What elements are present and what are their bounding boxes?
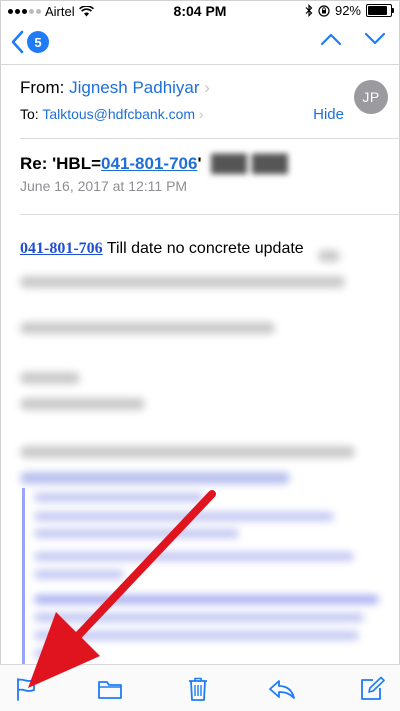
blurred-quote-line — [34, 631, 359, 640]
status-bar: Airtel 8:04 PM 92% — [0, 0, 400, 22]
reply-arrow-icon — [269, 680, 295, 699]
message-date: June 16, 2017 at 12:11 PM — [20, 178, 188, 194]
chevron-right-icon: › — [204, 78, 210, 97]
to-label: To: — [20, 106, 39, 122]
compose-button[interactable] — [358, 675, 386, 703]
body-text: Till date no concrete update — [102, 240, 304, 257]
blurred-quote-line — [34, 529, 239, 538]
blurred-quote-line — [34, 552, 354, 561]
blurred-text-line — [20, 398, 145, 410]
blurred-text-line — [20, 472, 290, 484]
subject-blurred-text: ███ ███ — [206, 154, 288, 173]
move-to-folder-button[interactable] — [96, 675, 124, 703]
blurred-quote-line — [34, 649, 74, 658]
subject-number-link[interactable]: 041-801-706 — [101, 154, 197, 173]
back-button[interactable]: 5 — [10, 30, 49, 54]
folder-icon — [98, 681, 122, 699]
next-message-button[interactable] — [364, 32, 386, 46]
trash-icon — [189, 677, 207, 701]
blurred-quote-line — [34, 512, 334, 521]
unread-count-badge: 5 — [27, 31, 49, 53]
subject-prefix: Re: 'HBL= — [20, 154, 102, 173]
bottom-toolbar — [0, 664, 400, 711]
trash-button[interactable] — [184, 675, 212, 703]
blurred-quote-line — [34, 595, 379, 604]
battery-icon — [366, 4, 394, 17]
nav-bar: 5 — [0, 22, 400, 65]
subject-divider — [20, 214, 400, 215]
from-label: From: — [20, 78, 65, 97]
avatar[interactable]: JP — [354, 80, 388, 114]
blurred-quote-line — [34, 570, 124, 579]
bluetooth-icon — [305, 4, 313, 17]
blurred-quote-line — [34, 613, 364, 622]
rotation-lock-icon — [318, 4, 330, 17]
subject-suffix: ' — [197, 154, 202, 173]
blurred-text-line — [318, 250, 340, 262]
flag-icon — [17, 678, 35, 701]
sender-name[interactable]: Jignesh Padhiyar — [69, 78, 199, 97]
quote-bar — [22, 488, 25, 666]
previous-message-button[interactable] — [320, 32, 342, 46]
compose-icon — [361, 676, 385, 700]
recipient-address[interactable]: Talktous@hdfcbank.com — [42, 106, 195, 122]
chevron-left-icon — [11, 30, 24, 54]
status-right: 92% — [305, 3, 394, 18]
header-divider — [20, 138, 400, 139]
to-row: To: Talktous@hdfcbank.com › — [20, 106, 204, 122]
hide-details-link[interactable]: Hide — [313, 106, 344, 123]
blurred-text-line — [20, 372, 80, 384]
message-navigation — [320, 32, 386, 46]
blurred-text-line — [20, 446, 355, 458]
battery-percent: 92% — [334, 3, 361, 18]
from-row: From: Jignesh Padhiyar › — [20, 78, 210, 98]
reply-button[interactable] — [268, 675, 296, 703]
flag-button[interactable] — [12, 675, 40, 703]
blurred-text-line — [20, 276, 345, 288]
chevron-right-icon: › — [198, 106, 204, 122]
blurred-quote-line — [34, 493, 204, 502]
blurred-text-line — [20, 322, 275, 334]
body-number-link[interactable]: 041-801-706 — [20, 240, 103, 257]
subject-line: Re: 'HBL=041-801-706' ███ ███ — [20, 154, 288, 174]
